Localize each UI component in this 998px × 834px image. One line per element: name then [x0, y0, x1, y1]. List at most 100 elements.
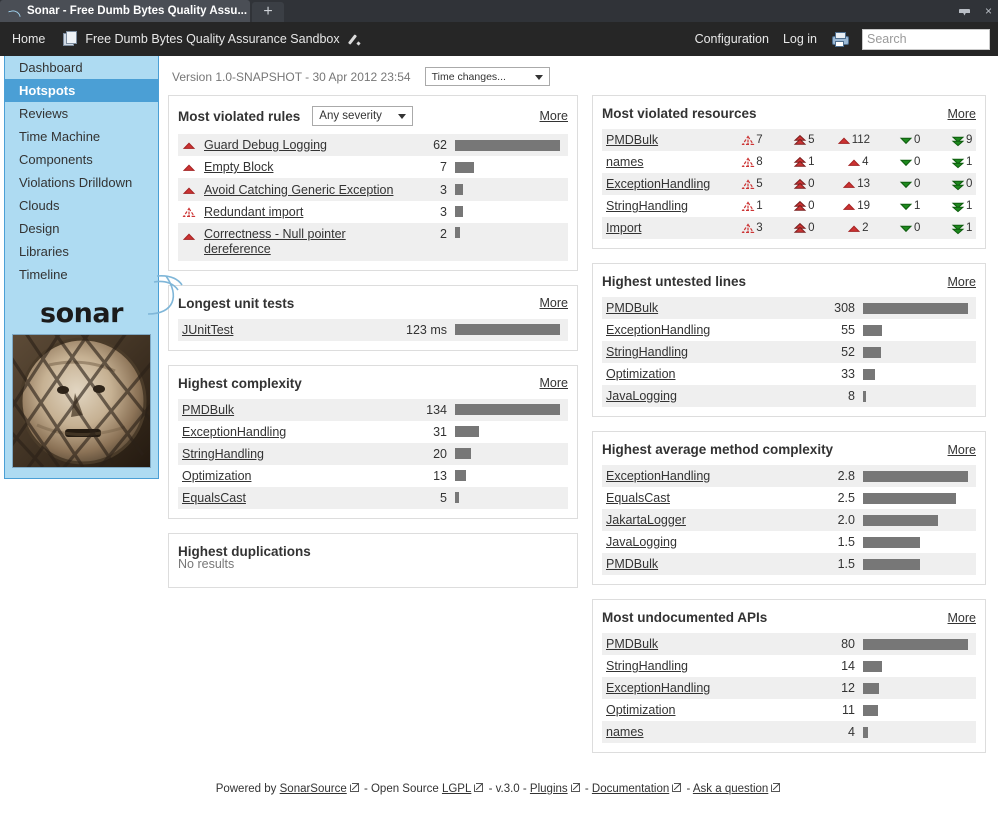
resource-link[interactable]: JakartaLogger	[606, 513, 686, 527]
table-row[interactable]: ExceptionHandling 5 0 13 0 0	[602, 173, 976, 195]
resource-link[interactable]: ExceptionHandling	[606, 681, 710, 695]
table-row[interactable]: Import 3 0 2 0 1	[602, 217, 976, 239]
table-row[interactable]: PMDBulk 1.5	[602, 553, 976, 575]
resource-link[interactable]: EqualsCast	[182, 491, 246, 505]
resource-link[interactable]: PMDBulk	[606, 557, 658, 571]
table-row[interactable]: names 4	[602, 721, 976, 743]
table-row[interactable]: StringHandling 1 0 19 1 1	[602, 195, 976, 217]
table-row[interactable]: JUnitTest 123 ms	[178, 318, 568, 341]
severity-filter-select[interactable]: Any severity	[312, 106, 414, 126]
resource-link[interactable]: EqualsCast	[606, 491, 670, 505]
resource-link[interactable]: JavaLogging	[606, 535, 677, 549]
resource-link[interactable]: names	[606, 155, 644, 169]
close-icon[interactable]: ×	[985, 5, 992, 17]
sidebar-item-violations-drilldown[interactable]: Violations Drilldown	[5, 171, 158, 194]
more-link[interactable]: More	[948, 611, 976, 625]
resource-link[interactable]: Import	[606, 221, 641, 235]
table-row[interactable]: PMDBulk 134	[178, 398, 568, 421]
sidebar-item-timeline[interactable]: Timeline	[5, 263, 158, 286]
footer-dash-1: -	[584, 783, 589, 795]
resource-link[interactable]: Optimization	[606, 367, 675, 381]
more-link[interactable]: More	[948, 107, 976, 121]
login-link[interactable]: Log in	[783, 32, 817, 46]
resource-link[interactable]: PMDBulk	[606, 133, 658, 147]
resource-link[interactable]: JavaLogging	[606, 389, 677, 403]
rule-link[interactable]: Avoid Catching Generic Exception	[204, 183, 393, 197]
rule-link[interactable]: Correctness - Null pointer dereference	[204, 227, 354, 257]
table-row[interactable]: PMDBulk 308	[602, 297, 976, 319]
table-row[interactable]: Empty Block 7	[178, 156, 568, 179]
resource-link[interactable]: StringHandling	[182, 447, 264, 461]
resource-value: 2.5	[837, 491, 855, 505]
resource-name-cell: PMDBulk	[602, 297, 805, 319]
documentation-link[interactable]: Documentation	[592, 783, 669, 795]
ask-a-question-link[interactable]: Ask a question	[693, 783, 768, 795]
table-row[interactable]: ExceptionHandling 31	[178, 420, 568, 443]
resource-link[interactable]: StringHandling	[606, 659, 688, 673]
sidebar-item-time-machine[interactable]: Time Machine	[5, 125, 158, 148]
sidebar-item-hotspots[interactable]: Hotspots	[5, 79, 158, 102]
resource-link[interactable]: Optimization	[182, 469, 251, 483]
table-row[interactable]: EqualsCast 5	[178, 486, 568, 509]
resource-link[interactable]: ExceptionHandling	[606, 469, 710, 483]
table-row[interactable]: JavaLogging 1.5	[602, 531, 976, 553]
sidebar-item-components[interactable]: Components	[5, 148, 158, 171]
table-row[interactable]: names 8 1 4 0 1	[602, 151, 976, 173]
table-row[interactable]: StringHandling 14	[602, 655, 976, 677]
print-icon[interactable]	[831, 31, 849, 47]
table-row[interactable]: Optimization 33	[602, 363, 976, 385]
table-row[interactable]: JakartaLogger 2.0	[602, 509, 976, 531]
table-row[interactable]: JavaLogging 8	[602, 385, 976, 407]
table-row[interactable]: PMDBulk 80	[602, 633, 976, 655]
resource-link[interactable]: Optimization	[606, 703, 675, 717]
more-link[interactable]: More	[540, 376, 568, 390]
table-row[interactable]: PMDBulk 7 5 112 0 9	[602, 129, 976, 151]
project-name-link[interactable]: Free Dumb Bytes Quality Assurance Sandbo…	[85, 32, 339, 46]
rule-link[interactable]: Empty Block	[204, 160, 273, 174]
table-row[interactable]: Guard Debug Logging 62	[178, 134, 568, 157]
rule-link[interactable]: Redundant import	[204, 205, 303, 219]
configuration-link[interactable]: Configuration	[695, 32, 769, 46]
table-row[interactable]: ExceptionHandling 12	[602, 677, 976, 699]
table-row[interactable]: Optimization 11	[602, 699, 976, 721]
resource-link[interactable]: StringHandling	[606, 199, 688, 213]
resource-link[interactable]: names	[606, 725, 644, 739]
time-changes-select[interactable]: Time changes...	[424, 67, 550, 86]
browser-tab[interactable]: Sonar - Free Dumb Bytes Quality Assu...	[0, 0, 250, 22]
new-tab-button[interactable]: +	[252, 2, 284, 22]
table-row[interactable]: Avoid Catching Generic Exception 3	[178, 178, 568, 201]
resource-link[interactable]: ExceptionHandling	[182, 425, 286, 439]
more-link[interactable]: More	[540, 109, 568, 123]
resource-link[interactable]: PMDBulk	[182, 403, 234, 417]
pencil-icon[interactable]	[349, 33, 362, 46]
table-row[interactable]: Optimization 13	[178, 464, 568, 487]
resource-link[interactable]: ExceptionHandling	[606, 177, 710, 191]
more-link[interactable]: More	[948, 443, 976, 457]
table-row[interactable]: StringHandling 52	[602, 341, 976, 363]
sidebar-item-dashboard[interactable]: Dashboard	[5, 56, 158, 79]
resource-link[interactable]: PMDBulk	[606, 301, 658, 315]
sidebar-item-clouds[interactable]: Clouds	[5, 194, 158, 217]
table-row[interactable]: EqualsCast 2.5	[602, 487, 976, 509]
plugins-link[interactable]: Plugins	[530, 783, 568, 795]
search-input[interactable]	[862, 28, 990, 50]
sidebar-item-design[interactable]: Design	[5, 217, 158, 240]
sidebar-item-reviews[interactable]: Reviews	[5, 102, 158, 125]
table-row[interactable]: StringHandling 20	[178, 442, 568, 465]
more-link[interactable]: More	[948, 275, 976, 289]
resource-link[interactable]: PMDBulk	[606, 637, 658, 651]
table-row[interactable]: Redundant import 3	[178, 200, 568, 223]
table-row[interactable]: ExceptionHandling 2.8	[602, 465, 976, 487]
table-row[interactable]: Correctness - Null pointer dereference 2	[178, 222, 568, 261]
sonarsource-link[interactable]: SonarSource	[280, 783, 347, 795]
table-row[interactable]: ExceptionHandling 55	[602, 319, 976, 341]
resource-link[interactable]: StringHandling	[606, 345, 688, 359]
rule-link[interactable]: Guard Debug Logging	[204, 138, 327, 152]
test-link[interactable]: JUnitTest	[182, 323, 233, 337]
sidebar-item-libraries[interactable]: Libraries	[5, 240, 158, 263]
lgpl-link[interactable]: LGPL	[442, 783, 471, 795]
home-link[interactable]: Home	[12, 32, 45, 46]
more-link[interactable]: More	[540, 296, 568, 310]
resource-link[interactable]: ExceptionHandling	[606, 323, 710, 337]
minimize-icon[interactable]	[958, 5, 971, 18]
